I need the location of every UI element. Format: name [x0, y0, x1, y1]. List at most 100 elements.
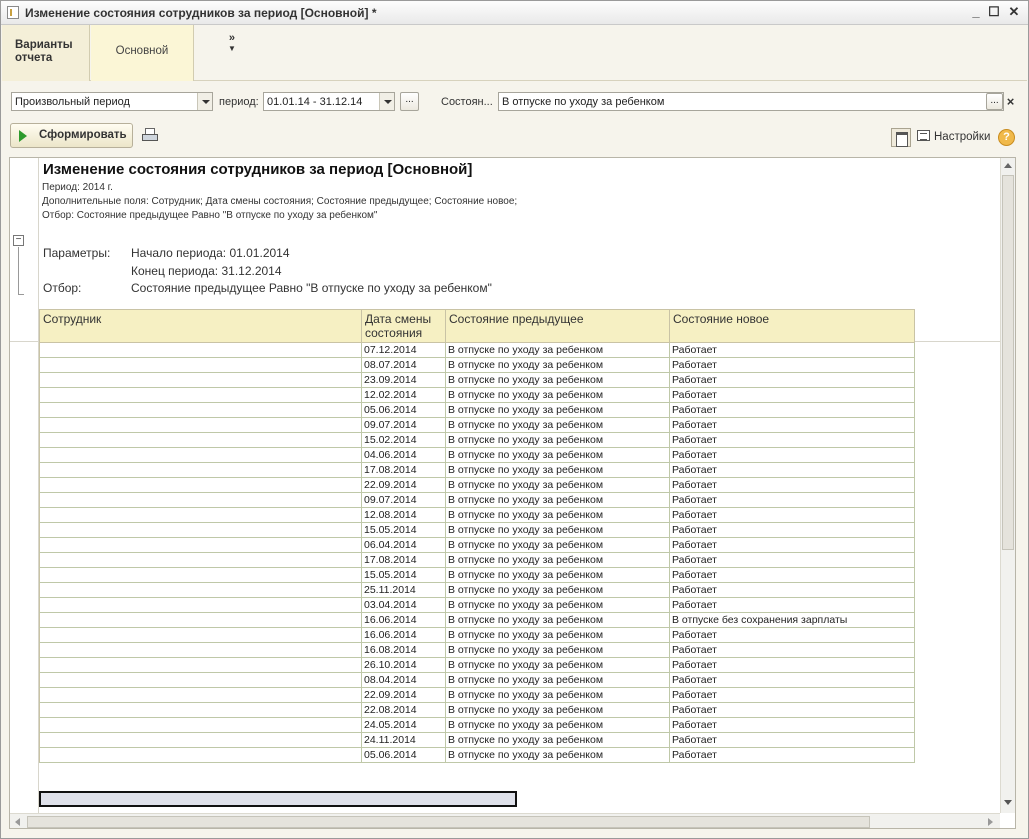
period-input[interactable]: 01.01.14 - 31.12.14 — [263, 92, 395, 111]
scroll-left-icon[interactable] — [15, 818, 20, 826]
cell-prev-state: В отпуске по уходу за ребенком — [445, 432, 670, 448]
report-extra-fields-line: Дополнительные поля: Сотрудник; Дата сме… — [42, 196, 518, 207]
cell-prev-state: В отпуске по уходу за ребенком — [445, 477, 670, 493]
print-preview-icon[interactable] — [142, 128, 160, 144]
cell-date: 23.09.2014 — [361, 372, 446, 388]
table-row[interactable]: 25.11.2014 В отпуске по уходу за ребенком… — [39, 582, 915, 598]
cell-new-state: Работает — [669, 582, 915, 598]
cell-new-state: Работает — [669, 627, 915, 643]
variant-tab-main[interactable]: Основной — [91, 25, 194, 81]
cell-prev-state: В отпуске по уходу за ребенком — [445, 612, 670, 628]
maximize-icon[interactable]: ☐ — [987, 5, 1001, 19]
state-ellipsis-button[interactable]: ... — [986, 93, 1003, 110]
period-label: период: — [219, 96, 259, 108]
cell-date: 17.08.2014 — [361, 462, 446, 478]
table-row[interactable]: 22.09.2014 В отпуске по уходу за ребенком… — [39, 687, 915, 703]
scroll-thumb[interactable] — [1002, 175, 1014, 550]
table-row[interactable]: 04.06.2014 В отпуске по уходу за ребенком… — [39, 447, 915, 463]
generate-button[interactable]: Сформировать — [10, 123, 133, 148]
table-row[interactable]: 15.05.2014 В отпуске по уходу за ребенком… — [39, 567, 915, 583]
collapse-icon[interactable]: − — [13, 235, 24, 246]
cell-employee — [39, 582, 362, 598]
table-row[interactable]: 23.09.2014 В отпуске по уходу за ребенком… — [39, 372, 915, 388]
cell-date: 15.02.2014 — [361, 432, 446, 448]
table-row[interactable]: 09.07.2014 В отпуске по уходу за ребенком… — [39, 417, 915, 433]
table-row[interactable]: 05.06.2014 В отпуске по уходу за ребенком… — [39, 402, 915, 418]
cell-employee — [39, 612, 362, 628]
settings-label: Настройки — [934, 131, 991, 143]
cell-employee — [39, 432, 362, 448]
dropdown-arrow-icon[interactable] — [379, 93, 394, 110]
table-row[interactable]: 24.05.2014 В отпуске по уходу за ребенком… — [39, 717, 915, 733]
table-row[interactable]: 17.08.2014 В отпуске по уходу за ребенком… — [39, 462, 915, 478]
help-icon[interactable]: ? — [998, 129, 1015, 146]
cell-employee — [39, 492, 362, 508]
cell-date: 25.11.2014 — [361, 582, 446, 598]
cell-date: 03.04.2014 — [361, 597, 446, 613]
table-row[interactable]: 12.02.2014 В отпуске по уходу за ребенком… — [39, 387, 915, 403]
column-header-employee: Сотрудник — [39, 309, 362, 343]
table-row[interactable]: 05.06.2014 В отпуске по уходу за ребенком… — [39, 747, 915, 763]
layout-icon[interactable] — [891, 128, 911, 147]
cell-new-state: Работает — [669, 432, 915, 448]
cell-new-state: Работает — [669, 747, 915, 763]
table-row[interactable]: 06.04.2014 В отпуске по уходу за ребенком… — [39, 537, 915, 553]
cell-employee — [39, 357, 362, 373]
vertical-scrollbar[interactable] — [1000, 158, 1015, 813]
cell-prev-state: В отпуске по уходу за ребенком — [445, 582, 670, 598]
column-header-date: Дата смены состояния — [361, 309, 446, 343]
table-row[interactable]: 15.02.2014 В отпуске по уходу за ребенком… — [39, 432, 915, 448]
cell-prev-state: В отпуске по уходу за ребенком — [445, 627, 670, 643]
table-row[interactable]: 16.06.2014 В отпуске по уходу за ребенком… — [39, 627, 915, 643]
table-body: 07.12.2014 В отпуске по уходу за ребенком… — [39, 342, 915, 763]
table-row[interactable]: 16.08.2014 В отпуске по уходу за ребенком… — [39, 642, 915, 658]
table-row[interactable]: 22.09.2014 В отпуске по уходу за ребенком… — [39, 477, 915, 493]
table-row[interactable]: 24.11.2014 В отпуске по уходу за ребенком… — [39, 732, 915, 748]
period-type-select[interactable]: Произвольный период — [11, 92, 213, 111]
scroll-right-icon[interactable] — [988, 818, 993, 826]
cell-employee — [39, 342, 362, 358]
cell-date: 24.05.2014 — [361, 717, 446, 733]
window-title: Изменение состояния сотрудников за перио… — [25, 6, 377, 20]
table-row[interactable]: 09.07.2014 В отпуске по уходу за ребенком… — [39, 492, 915, 508]
scroll-thumb[interactable] — [27, 816, 870, 828]
cell-employee — [39, 747, 362, 763]
table-row[interactable]: 16.06.2014 В отпуске по уходу за ребенком… — [39, 612, 915, 628]
scroll-up-icon[interactable] — [1004, 163, 1012, 168]
table-row[interactable]: 15.05.2014 В отпуске по уходу за ребенком… — [39, 522, 915, 538]
cell-prev-state: В отпуске по уходу за ребенком — [445, 672, 670, 688]
cell-new-state: Работает — [669, 372, 915, 388]
cell-date: 08.04.2014 — [361, 672, 446, 688]
table-row[interactable]: 03.04.2014 В отпуске по уходу за ребенком… — [39, 597, 915, 613]
cell-date: 08.07.2014 — [361, 357, 446, 373]
cell-date: 15.05.2014 — [361, 522, 446, 538]
table-row[interactable]: 17.08.2014 В отпуске по уходу за ребенком… — [39, 552, 915, 568]
redacted-box — [39, 791, 517, 807]
table-row[interactable]: 26.10.2014 В отпуске по уходу за ребенком… — [39, 657, 915, 673]
period-value: 01.01.14 - 31.12.14 — [267, 96, 363, 108]
settings-button[interactable]: Настройки — [917, 130, 990, 143]
cell-date: 04.06.2014 — [361, 447, 446, 463]
minimize-icon[interactable]: _ — [969, 5, 983, 19]
close-icon[interactable]: ✕ — [1007, 5, 1021, 19]
table-row[interactable]: 08.04.2014 В отпуске по уходу за ребенком… — [39, 672, 915, 688]
horizontal-scrollbar[interactable] — [10, 813, 1000, 828]
more-chevron-icon[interactable]: » ▼ — [228, 33, 236, 54]
cell-employee — [39, 387, 362, 403]
period-ellipsis-button[interactable]: ... — [400, 92, 419, 111]
cell-new-state: Работает — [669, 657, 915, 673]
table-row[interactable]: 12.08.2014 В отпуске по уходу за ребенком… — [39, 507, 915, 523]
filter-row: Произвольный период период: 01.01.14 - 3… — [2, 89, 1027, 115]
dropdown-arrow-icon[interactable] — [197, 93, 212, 110]
state-clear-icon[interactable]: × — [1003, 93, 1018, 110]
table-row[interactable]: 07.12.2014 В отпуске по уходу за ребенком… — [39, 342, 915, 358]
settings-icon — [917, 130, 930, 141]
cell-prev-state: В отпуске по уходу за ребенком — [445, 447, 670, 463]
table-row[interactable]: 22.08.2014 В отпуске по уходу за ребенком… — [39, 702, 915, 718]
cell-employee — [39, 717, 362, 733]
table-row[interactable]: 08.07.2014 В отпуске по уходу за ребенком… — [39, 357, 915, 373]
state-filter-input[interactable]: В отпуске по уходу за ребенком — [498, 92, 1004, 111]
filter-label: Отбор: — [43, 281, 82, 295]
scroll-down-icon[interactable] — [1004, 800, 1012, 805]
cell-prev-state: В отпуске по уходу за ребенком — [445, 702, 670, 718]
